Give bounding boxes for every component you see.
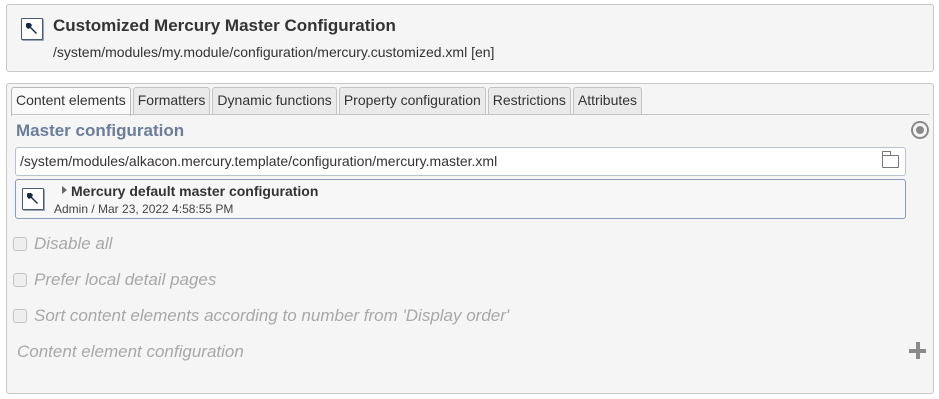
resource-title: Mercury default master configuration xyxy=(71,183,319,199)
wrench-icon xyxy=(21,18,43,40)
tab-bar: Content elements Formatters Dynamic func… xyxy=(11,87,643,116)
resource-header: Customized Mercury Master Configuration … xyxy=(6,4,934,72)
master-resource-box[interactable]: Mercury default master configuration Adm… xyxy=(15,179,906,219)
disable-all-label: Disable all xyxy=(34,234,113,253)
sort-checkbox[interactable] xyxy=(13,309,27,323)
target-icon[interactable] xyxy=(911,121,929,139)
tab-divider xyxy=(11,114,929,115)
folder-icon[interactable] xyxy=(881,151,899,168)
tab-formatters[interactable]: Formatters xyxy=(132,87,211,114)
expand-caret-icon[interactable] xyxy=(62,186,67,194)
resource-path: /system/modules/my.module/configuration/… xyxy=(53,44,495,60)
tab-property-configuration[interactable]: Property configuration xyxy=(338,87,486,114)
tab-attributes[interactable]: Attributes xyxy=(572,87,643,114)
master-path-value: /system/modules/alkacon.mercury.template… xyxy=(20,153,498,169)
section-title: Master configuration xyxy=(16,121,185,140)
option-sort-content-elements[interactable]: Sort content elements according to numbe… xyxy=(13,305,509,327)
prefer-local-checkbox[interactable] xyxy=(13,273,27,287)
prefer-local-label: Prefer local detail pages xyxy=(34,270,217,289)
content-element-config-label: Content element configuration xyxy=(17,342,244,361)
wrench-icon xyxy=(22,188,44,210)
tab-content-elements[interactable]: Content elements xyxy=(11,87,131,116)
tab-restrictions[interactable]: Restrictions xyxy=(487,87,571,114)
add-icon[interactable] xyxy=(909,342,927,360)
resource-meta: Admin / Mar 23, 2022 4:58:55 PM xyxy=(54,202,234,216)
disable-all-checkbox[interactable] xyxy=(13,237,27,251)
editor-panel: Content elements Formatters Dynamic func… xyxy=(6,83,934,394)
tab-dynamic-functions[interactable]: Dynamic functions xyxy=(212,87,337,114)
option-prefer-local-detail-pages[interactable]: Prefer local detail pages xyxy=(13,269,216,291)
option-disable-all[interactable]: Disable all xyxy=(13,233,112,255)
master-path-input[interactable]: /system/modules/alkacon.mercury.template… xyxy=(15,147,906,176)
sort-label: Sort content elements according to numbe… xyxy=(34,306,510,325)
page-title: Customized Mercury Master Configuration xyxy=(53,16,396,35)
